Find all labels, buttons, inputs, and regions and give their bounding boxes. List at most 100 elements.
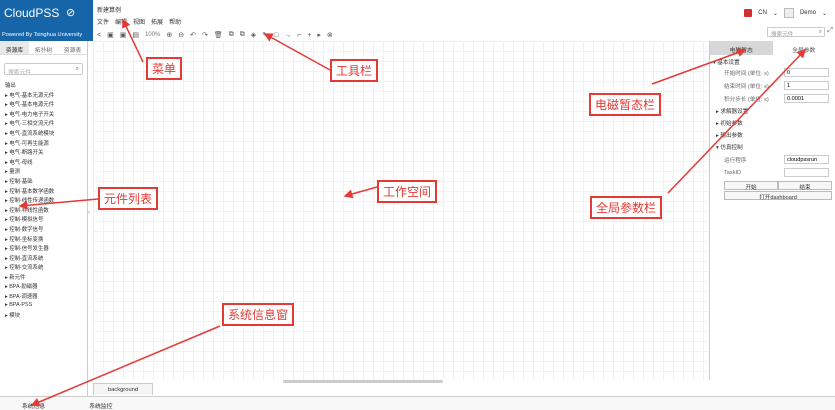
list-item[interactable]: ▸ 控制-直流系统 xyxy=(5,254,87,264)
start-button[interactable]: 开始 xyxy=(724,181,778,191)
menu-help[interactable]: 帮助 xyxy=(169,17,181,26)
list-item[interactable]: ▸ 控制-交流系统 xyxy=(5,263,87,273)
list-item[interactable]: ▸ 电气-基本无源元件 xyxy=(5,91,87,101)
list-item[interactable]: ▸ 控制-基本数学函数 xyxy=(5,187,87,197)
run-buttons: 开始 结束 xyxy=(710,179,835,191)
delete-icon[interactable]: 🗑 xyxy=(214,31,223,39)
menu-extend[interactable]: 拓展 xyxy=(151,17,163,26)
annotation-sysinfo: 系统信息窗 xyxy=(222,303,295,326)
list-item[interactable]: ▸ BPA-调速器 xyxy=(5,292,87,302)
section-sim-control[interactable]: ▾ 仿真控制 xyxy=(710,141,835,153)
tab-resource-table[interactable]: 资源表 xyxy=(58,41,87,54)
undo-icon[interactable]: ↶ xyxy=(190,31,196,39)
run-icon[interactable]: ▸ xyxy=(317,31,321,39)
component-search-input[interactable]: 搜索元件 ⌕ xyxy=(4,63,83,76)
start-time-input[interactable] xyxy=(784,68,829,77)
collapse-handle-icon[interactable]: ‹ xyxy=(88,210,90,216)
user-name[interactable]: Demo xyxy=(800,10,816,16)
list-item[interactable]: ▸ BPA-PSS xyxy=(5,302,87,312)
fill-icon[interactable]: ◈ xyxy=(251,31,256,39)
end-button[interactable]: 结束 xyxy=(778,181,832,191)
help-icon[interactable]: ⊗ xyxy=(327,31,333,39)
tab-library[interactable]: 资源库 xyxy=(0,41,29,54)
menu-edit[interactable]: 编辑 xyxy=(115,17,127,26)
insert-icon[interactable]: + xyxy=(307,32,311,39)
list-item[interactable]: ▸ 电气-母线 xyxy=(5,158,87,168)
avatar[interactable] xyxy=(783,8,794,18)
field-taskid: TaskID xyxy=(710,166,835,179)
section-solver[interactable]: ▸ 求解器设置 xyxy=(710,105,835,117)
program-input[interactable] xyxy=(784,155,829,164)
annotation-global: 全局参数栏 xyxy=(590,196,663,219)
list-item[interactable]: ▸ 控制-基础 xyxy=(5,177,87,187)
list-item[interactable]: ▸ 控制-非线性函数 xyxy=(5,206,87,216)
list-item[interactable]: ▸ 电气-断路开关 xyxy=(5,148,87,158)
language-selector[interactable]: CN xyxy=(758,10,767,16)
save-icon[interactable]: ▣ xyxy=(107,31,114,39)
tab-system-monitor[interactable]: 系统监控 xyxy=(89,397,112,410)
flag-icon xyxy=(744,9,753,17)
open-dashboard-button[interactable]: 打开dashboard xyxy=(724,191,832,201)
list-item[interactable]: ▸ 电气-电力电子开关 xyxy=(5,110,87,120)
zoom-in-icon[interactable]: ⊕ xyxy=(166,31,172,39)
section-output[interactable]: ▸ 输出参数 xyxy=(710,129,835,141)
document-title: 新建算例 xyxy=(97,8,122,14)
search-placeholder: 搜索元件 xyxy=(771,32,794,38)
shadow-icon[interactable]: □ xyxy=(274,32,278,39)
panel-tabs: 电磁暂态 全局参数 xyxy=(710,41,835,55)
powered-by: Powered By Tsinghua University xyxy=(0,29,93,41)
property-panel: 搜索元件 ⌕ ⤢ 电磁暂态 全局参数 ▾ 基本设置 开始时间 (单位: s) 结… xyxy=(710,27,835,396)
search-icon[interactable]: ⌕ xyxy=(76,66,79,73)
zoom-level[interactable]: 100% xyxy=(145,32,160,38)
back-icon[interactable]: ⧉ xyxy=(240,31,245,39)
list-item[interactable]: ▸ 控制-线性传递函数 xyxy=(5,196,87,206)
sidebar-tabs: 资源库 拓扑树 资源表 xyxy=(0,41,87,55)
tab-global-params[interactable]: 全局参数 xyxy=(772,41,835,55)
field-step: 积分步长 (单位: s) xyxy=(710,92,835,105)
list-item[interactable]: ▸ 电气-基本电源元件 xyxy=(5,100,87,110)
search-icon[interactable]: ⌕ xyxy=(819,29,822,36)
horizontal-scrollbar[interactable] xyxy=(283,380,443,383)
tab-topology[interactable]: 拓扑树 xyxy=(29,41,58,54)
list-item[interactable]: ▸ BPA-励磁器 xyxy=(5,282,87,292)
list-item[interactable]: ▸ 电气-可再生能源 xyxy=(5,139,87,149)
tab-system-info[interactable]: 系统信息 xyxy=(22,397,45,410)
menu-file[interactable]: 文件 xyxy=(97,17,109,26)
chevron-down-icon[interactable]: ⌄ xyxy=(773,10,778,17)
search-placeholder: 搜索元件 xyxy=(8,70,32,76)
redo-icon[interactable]: ↷ xyxy=(202,31,208,39)
logo-text: CloudPSS xyxy=(4,6,60,20)
list-item[interactable]: ▸ 控制-坐标变换 xyxy=(5,235,87,245)
list-item[interactable]: 输出 xyxy=(5,81,87,91)
taskid-input[interactable] xyxy=(784,168,829,177)
list-item[interactable]: ▸ 控制-模拟信号 xyxy=(5,215,87,225)
front-icon[interactable]: ⧉ xyxy=(229,31,234,39)
list-item[interactable]: ▸ 量测 xyxy=(5,167,87,177)
field-label: 积分步长 (单位: s) xyxy=(724,96,769,103)
share-icon[interactable]: < xyxy=(97,32,101,39)
annotation-toolbar: 工具栏 xyxy=(330,59,379,82)
page-tab-background[interactable]: background xyxy=(93,383,153,395)
user-chevron-icon[interactable]: ⌄ xyxy=(822,10,827,17)
zoom-out-icon[interactable]: ⊖ xyxy=(178,31,184,39)
list-item[interactable]: ▸ 电气-直流系统模块 xyxy=(5,129,87,139)
component-search-field[interactable]: 搜索元件 ⌕ xyxy=(767,27,825,38)
list-item[interactable]: ▸ 电气-三相交流元件 xyxy=(5,119,87,129)
menu-view[interactable]: 视图 xyxy=(133,17,145,26)
connector-icon[interactable]: → xyxy=(284,32,291,39)
end-time-input[interactable] xyxy=(784,81,829,90)
step-input[interactable] xyxy=(784,94,829,103)
section-initial[interactable]: ▸ 初始参数 xyxy=(710,117,835,129)
expand-icon[interactable]: ⤢ xyxy=(827,27,833,35)
annotation-workspace: 工作空间 xyxy=(377,180,438,203)
line-color-icon[interactable]: ✎ xyxy=(262,31,268,39)
tab-emt[interactable]: 电磁暂态 xyxy=(710,41,773,55)
list-item[interactable]: ▸ 新元件 xyxy=(5,273,87,283)
page-icon[interactable]: ▤ xyxy=(132,31,139,39)
section-basic[interactable]: ▾ 基本设置 xyxy=(710,55,835,66)
waypoint-icon[interactable]: ⌐ xyxy=(297,32,301,39)
list-item[interactable]: ▸ 控制-信号发生器 xyxy=(5,244,87,254)
save-as-icon[interactable]: ▣ xyxy=(120,31,127,39)
list-item[interactable]: ▸ 控制-数字信号 xyxy=(5,225,87,235)
list-item[interactable]: ▸ 模块 xyxy=(5,311,87,321)
